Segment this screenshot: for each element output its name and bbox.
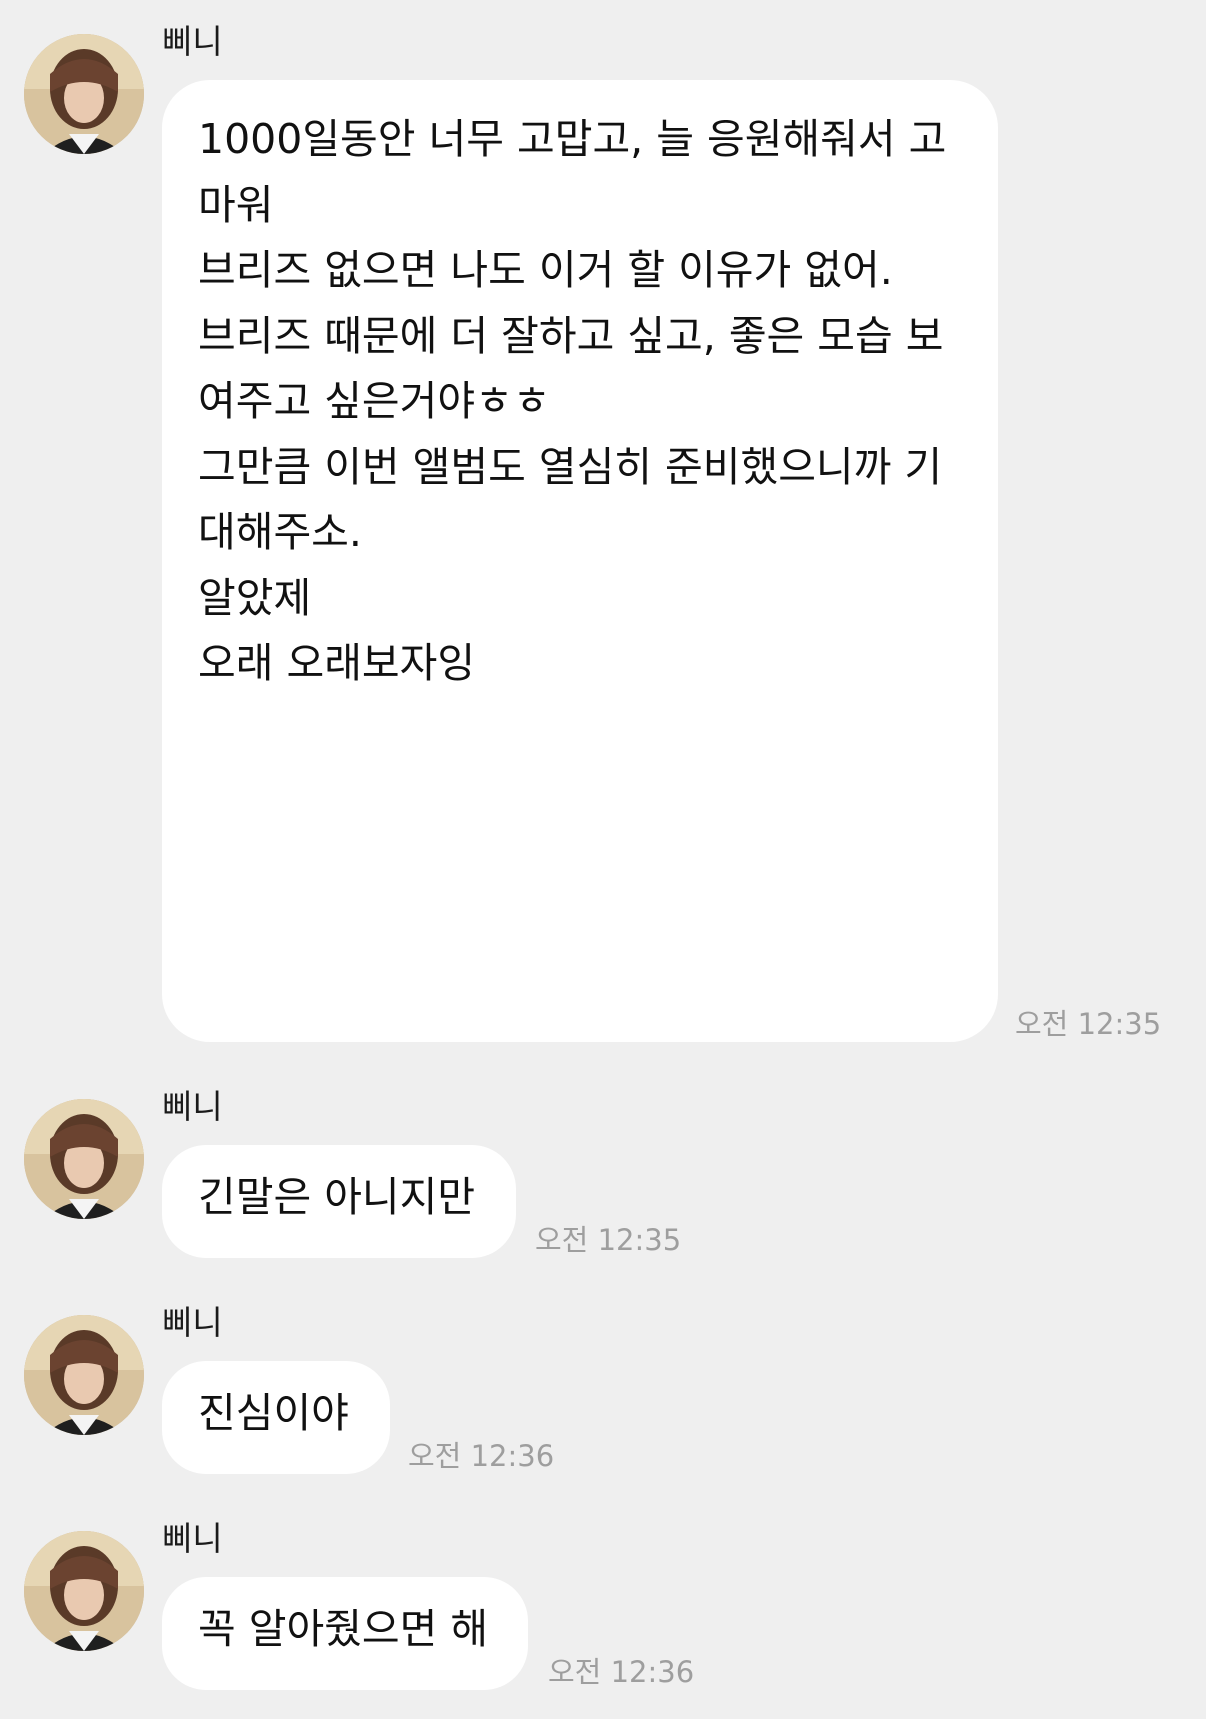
avatar[interactable] xyxy=(24,1099,144,1219)
message-timestamp: 오전 12:36 xyxy=(408,1439,555,1473)
message-text-line: 브리즈 때문에 더 잘하고 싶고, 좋은 모습 보 xyxy=(198,311,944,360)
message-bubble[interactable]: 긴말은 아니지만 xyxy=(162,1145,516,1258)
message-text-line: 그만큼 이번 앨범도 열심히 준비했으니까 기 xyxy=(198,442,943,491)
message-bubble[interactable]: 진심이야 xyxy=(162,1361,390,1474)
message-bubble[interactable]: 1000일동안 너무 고맙고, 늘 응원해줘서 고 마워 브리즈 없으면 나도 … xyxy=(162,80,998,1042)
sender-name: 삐니 xyxy=(162,1087,223,1126)
message-text-line: 알았제 xyxy=(198,573,312,622)
message-text-line: 대해주소. xyxy=(198,508,362,556)
avatar-photo xyxy=(24,1531,144,1651)
sender-name: 삐니 xyxy=(162,1519,223,1558)
message-text-line: 오래 오래보자잉 xyxy=(198,639,476,687)
avatar[interactable] xyxy=(24,1531,144,1651)
avatar[interactable] xyxy=(24,1315,144,1435)
message-text: 진심이야 xyxy=(198,1389,349,1437)
message-text-line: 마워 xyxy=(198,180,274,229)
message-text: 꼭 알아줬으면 해 xyxy=(198,1605,489,1653)
message-timestamp: 오전 12:36 xyxy=(548,1655,695,1689)
message-text-line: 여주고 싶은거야ㅎㅎ xyxy=(198,377,551,425)
sender-name: 삐니 xyxy=(162,1303,223,1342)
message-text-line: 브리즈 없으면 나도 이거 할 이유가 없어. xyxy=(198,246,893,294)
message-text: 긴말은 아니지만 xyxy=(198,1173,476,1221)
message-text-line: 1000일동안 너무 고맙고, 늘 응원해줘서 고 xyxy=(198,115,947,163)
avatar-photo xyxy=(24,1315,144,1435)
avatar[interactable] xyxy=(24,34,144,154)
message-timestamp: 오전 12:35 xyxy=(1015,1007,1162,1041)
message-timestamp: 오전 12:35 xyxy=(535,1223,682,1257)
avatar-photo xyxy=(24,1099,144,1219)
avatar-photo xyxy=(24,34,144,154)
sender-name: 삐니 xyxy=(162,22,223,61)
message-bubble[interactable]: 꼭 알아줬으면 해 xyxy=(162,1577,528,1690)
